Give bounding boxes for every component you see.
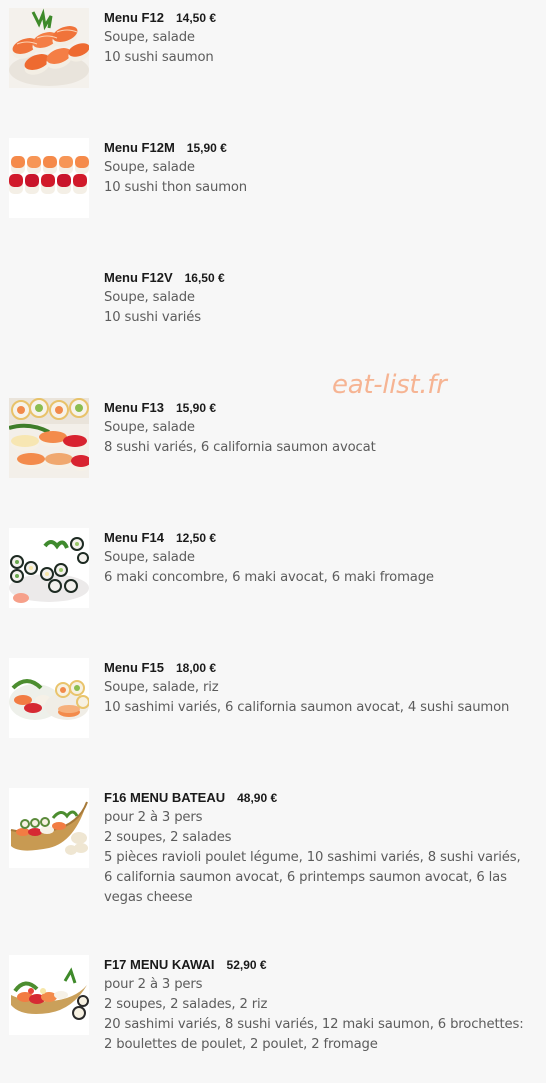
maki-rolls-image [9, 528, 89, 608]
menu-name: Menu F15 [104, 660, 164, 675]
menu-price: 18,00 € [175, 661, 217, 675]
menu-description-line: 8 sushi variés, 6 california saumon avoc… [104, 440, 376, 455]
menu-description-line: vegas cheese [104, 890, 193, 905]
menu-description-line: Soupe, salade [104, 420, 195, 435]
menu-title: Menu F15 18,00 € [104, 658, 534, 678]
menu-description-line: 20 sashimi variés, 8 sushi variés, 12 ma… [104, 1017, 524, 1032]
menu-price: 52,90 € [226, 958, 267, 972]
menu-description-line: 2 boulettes de poulet, 2 poulet, 2 froma… [104, 1037, 378, 1052]
menu-title: F17 MENU KAWAI 52,90 € [104, 955, 534, 975]
salmon-sushi-image [9, 8, 89, 88]
menu-price: 16,50 € [184, 271, 225, 285]
menu-price: 15,90 € [175, 401, 217, 415]
menu-description-line: 6 california saumon avocat, 6 printemps … [104, 870, 507, 885]
menu-name: F17 MENU KAWAI [104, 957, 215, 972]
menu-description-line: Soupe, salade [104, 30, 195, 45]
menu-price: 15,90 € [186, 141, 227, 155]
sushi-boat-image [9, 788, 89, 868]
menu-price: 48,90 € [237, 791, 278, 805]
menu-description-line: Soupe, salade [104, 290, 195, 305]
menu-description-line: Soupe, salade [104, 160, 195, 175]
menu-name: Menu F13 [104, 400, 164, 415]
assorted-sushi-california-image [9, 398, 89, 478]
menu-description-line: 5 pièces ravioli poulet légume, 10 sashi… [104, 850, 521, 865]
tuna-salmon-sushi-image [9, 138, 89, 218]
menu-description-line: 10 sushi saumon [104, 50, 214, 65]
menu-name: F16 MENU BATEAU [104, 790, 226, 805]
sashimi-california-image [9, 658, 89, 738]
menu-price: 12,50 € [175, 531, 217, 545]
menu-title: Menu F13 15,90 € [104, 398, 534, 418]
menu-title: Menu F12V 16,50 € [104, 268, 534, 288]
menu-name: Menu F12V [104, 270, 173, 285]
menu-description-line: pour 2 à 3 pers [104, 977, 203, 992]
menu-description-line: 6 maki concombre, 6 maki avocat, 6 maki … [104, 570, 434, 585]
menu-description-line: 10 sushi variés [104, 310, 201, 325]
menu-name: Menu F14 [104, 530, 164, 545]
menu-title: F16 MENU BATEAU 48,90 € [104, 788, 534, 808]
menu-name: Menu F12 [104, 10, 164, 25]
menu-description-line: 10 sushi thon saumon [104, 180, 248, 195]
menu-description-line: Soupe, salade, riz [104, 680, 219, 695]
sashimi-boat-image [9, 955, 89, 1035]
menu-description-line: 2 soupes, 2 salades, 2 riz [104, 997, 268, 1012]
menu-price: 14,50 € [175, 11, 217, 25]
menu-description-line: Soupe, salade [104, 550, 195, 565]
menu-title: Menu F12 14,50 € [104, 8, 534, 28]
menu-description-line: pour 2 à 3 pers [104, 810, 203, 825]
menu-name: Menu F12M [104, 140, 175, 155]
menu-description-line: 10 sashimi variés, 6 california saumon a… [104, 700, 510, 715]
menu-title: Menu F12M 15,90 € [104, 138, 534, 158]
watermark-text: eat-list.fr [332, 370, 447, 400]
menu-title: Menu F14 12,50 € [104, 528, 534, 548]
menu-description-line: 2 soupes, 2 salades [104, 830, 232, 845]
